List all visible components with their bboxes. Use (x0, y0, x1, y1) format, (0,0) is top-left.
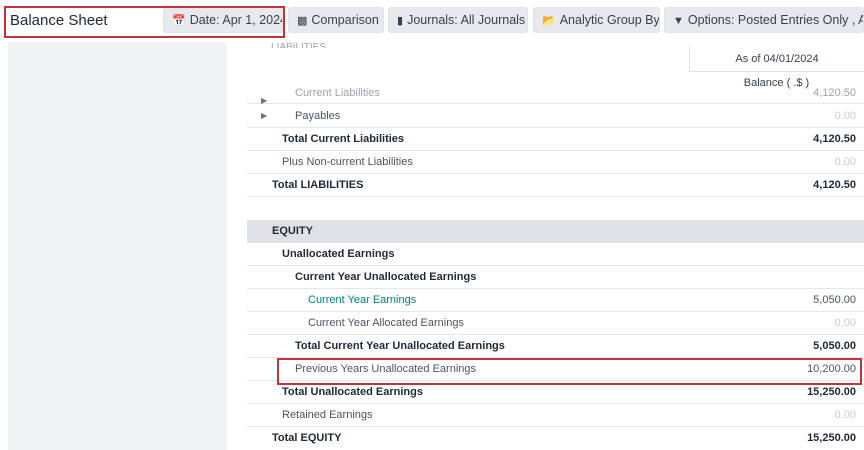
line-label: Retained Earnings (282, 409, 373, 421)
filter-icon: ▼ (673, 15, 684, 27)
line-label: Total Current Liabilities (282, 133, 405, 145)
line-amount: 0.00 (834, 409, 856, 421)
report-line-current-year-allocated: Current Year Allocated Earnings 0.00 (247, 312, 864, 335)
control-panel: Balance Sheet 📅 Date: Apr 1, 2024 ▩ Compar… (0, 0, 864, 42)
analytic-group-by-button[interactable]: 📂 Analytic Group By (533, 7, 660, 33)
line-label: Total LIABILITIES (272, 179, 364, 191)
line-amount: 4,120.50 (813, 87, 856, 99)
journals-filter-label: Journals: All Journals (407, 13, 526, 27)
report-line-payables[interactable]: ▶ Payables 0.00 (247, 105, 864, 128)
line-amount: 0.00 (834, 156, 856, 168)
report-line-current-year-earnings[interactable]: Current Year Earnings 5,050.00 (247, 289, 864, 312)
balance-sheet-report: LIABILITIES As of 04/01/2024 Balance ( .… (247, 42, 864, 450)
line-amount: 0.00 (834, 317, 856, 329)
report-line-current-year-unallocated: Current Year Unallocated Earnings (247, 266, 864, 289)
line-amount: 0.00 (834, 110, 856, 122)
caret-right-icon[interactable]: ▶ (261, 105, 267, 127)
options-filter-label: Options: Posted Entries Only , Acc (687, 13, 864, 27)
line-label: Total Current Year Unallocated Earnings (295, 340, 505, 352)
line-label-link[interactable]: Current Year Earnings (308, 289, 416, 311)
section-label: EQUITY (272, 225, 313, 237)
line-amount: 5,050.00 (813, 340, 856, 352)
options-filter-button[interactable]: ▼ Options: Posted Entries Only , Acc (664, 7, 864, 33)
folder-open-icon: 📂 (542, 15, 556, 27)
report-line-total-equity: Total EQUITY 15,250.00 (247, 427, 864, 450)
line-amount: 5,050.00 (813, 294, 856, 306)
column-header-date: As of 04/01/2024 (689, 46, 864, 72)
report-line-total-current-liabilities: Total Current Liabilities 4,120.50 (247, 128, 864, 151)
report-line-total-current-year-unallocated: Total Current Year Unallocated Earnings … (247, 335, 864, 358)
page-title: Balance Sheet (10, 12, 108, 29)
comparison-label: Comparison (311, 13, 379, 27)
bar-chart-icon: ▩ (297, 15, 308, 27)
analytic-group-by-label: Analytic Group By (559, 13, 660, 27)
line-label: Plus Non-current Liabilities (282, 156, 413, 168)
line-label: Total EQUITY (272, 432, 342, 444)
left-panel (8, 42, 227, 450)
report-line-retained-earnings: Retained Earnings 0.00 (247, 404, 864, 427)
line-label: Current Year Unallocated Earnings (295, 271, 477, 283)
line-amount: 4,120.50 (813, 179, 856, 191)
comparison-button[interactable]: ▩ Comparison (288, 7, 384, 33)
journals-filter-button[interactable]: ▮ Journals: All Journals (388, 7, 528, 33)
row-highlight-box (277, 358, 862, 385)
report-line-unallocated-earnings: Unallocated Earnings (247, 243, 864, 266)
line-label: Current Year Allocated Earnings (308, 317, 464, 329)
report-section-equity: EQUITY (247, 220, 864, 243)
line-amount: 15,250.00 (807, 432, 856, 444)
report-line-current-liabilities[interactable]: ▶ Current Liabilities 4,120.50 (247, 87, 864, 105)
report-line-non-current-liabilities[interactable]: Plus Non-current Liabilities 0.00 (247, 151, 864, 174)
line-amount: 4,120.50 (813, 133, 856, 145)
line-label: Current Liabilities (295, 87, 380, 99)
line-label: Payables (295, 110, 341, 122)
book-icon: ▮ (397, 15, 404, 27)
report-line-total-liabilities: Total LIABILITIES 4,120.50 (247, 174, 864, 197)
clipped-section-heading: LIABILITIES (271, 42, 327, 48)
line-label: Unallocated Earnings (282, 248, 395, 260)
